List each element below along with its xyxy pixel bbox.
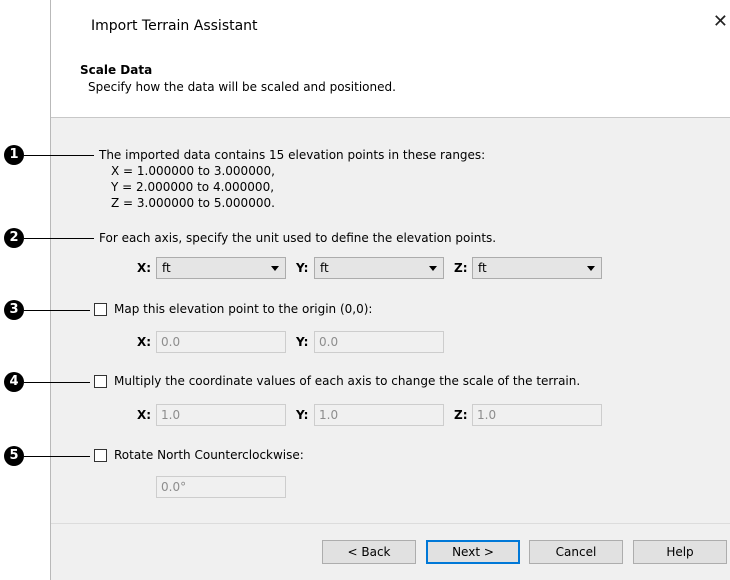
scale-z-field[interactable]: 1.0 bbox=[472, 404, 602, 426]
unit-z-select[interactable]: ft bbox=[472, 257, 602, 279]
scale-y-field[interactable]: 1.0 bbox=[314, 404, 444, 426]
close-icon[interactable]: ✕ bbox=[713, 13, 728, 31]
callout-3-leader bbox=[24, 310, 90, 311]
z-range-text: Z = 3.000000 to 5.000000. bbox=[111, 196, 275, 210]
unit-x-label: X: bbox=[137, 261, 152, 275]
map-origin-checkbox[interactable] bbox=[94, 303, 107, 316]
callout-1: 1 bbox=[4, 145, 24, 165]
callout-1-leader bbox=[24, 155, 94, 156]
rotate-north-checkbox[interactable] bbox=[94, 449, 107, 462]
callout-4: 4 bbox=[4, 372, 24, 392]
dialog-header: Import Terrain Assistant ✕ Scale Data Sp… bbox=[51, 0, 730, 118]
help-button[interactable]: Help bbox=[633, 540, 727, 564]
chevron-down-icon bbox=[271, 266, 279, 271]
chevron-down-icon bbox=[587, 266, 595, 271]
origin-y-label: Y: bbox=[296, 335, 309, 349]
origin-x-label: X: bbox=[137, 335, 152, 349]
units-prompt: For each axis, specify the unit used to … bbox=[99, 231, 497, 245]
step-description: Specify how the data will be scaled and … bbox=[88, 80, 396, 94]
scale-y-label: Y: bbox=[296, 408, 309, 422]
import-terrain-dialog: Import Terrain Assistant ✕ Scale Data Sp… bbox=[50, 0, 730, 580]
footer-divider bbox=[51, 523, 730, 524]
x-range-text: X = 1.000000 to 3.000000, bbox=[111, 164, 275, 178]
callout-5-leader bbox=[24, 456, 90, 457]
unit-y-value: ft bbox=[320, 261, 329, 275]
rotate-north-label: Rotate North Counterclockwise: bbox=[114, 448, 304, 462]
callout-5: 5 bbox=[4, 446, 24, 466]
multiply-scale-label: Multiply the coordinate values of each a… bbox=[114, 374, 581, 388]
next-button[interactable]: Next > bbox=[426, 540, 520, 564]
scale-z-label: Z: bbox=[454, 408, 468, 422]
step-heading: Scale Data bbox=[80, 63, 153, 77]
back-button[interactable]: < Back bbox=[322, 540, 416, 564]
dialog-title: Import Terrain Assistant bbox=[91, 18, 258, 34]
origin-y-field[interactable]: 0.0 bbox=[314, 331, 444, 353]
origin-x-field[interactable]: 0.0 bbox=[156, 331, 286, 353]
unit-z-label: Z: bbox=[454, 261, 468, 275]
cancel-button[interactable]: Cancel bbox=[529, 540, 623, 564]
y-range-text: Y = 2.000000 to 4.000000, bbox=[111, 180, 275, 194]
scale-x-field[interactable]: 1.0 bbox=[156, 404, 286, 426]
unit-x-select[interactable]: ft bbox=[156, 257, 286, 279]
callout-2: 2 bbox=[4, 228, 24, 248]
rotate-angle-field[interactable]: 0.0° bbox=[156, 476, 286, 498]
callout-2-leader bbox=[24, 238, 94, 239]
chevron-down-icon bbox=[429, 266, 437, 271]
unit-y-label: Y: bbox=[296, 261, 309, 275]
info-summary: The imported data contains 15 elevation … bbox=[99, 148, 486, 162]
callout-3: 3 bbox=[4, 300, 24, 320]
unit-y-select[interactable]: ft bbox=[314, 257, 444, 279]
unit-z-value: ft bbox=[478, 261, 487, 275]
unit-x-value: ft bbox=[162, 261, 171, 275]
scale-x-label: X: bbox=[137, 408, 152, 422]
map-origin-label: Map this elevation point to the origin (… bbox=[114, 302, 373, 316]
callout-4-leader bbox=[24, 382, 90, 383]
multiply-scale-checkbox[interactable] bbox=[94, 375, 107, 388]
